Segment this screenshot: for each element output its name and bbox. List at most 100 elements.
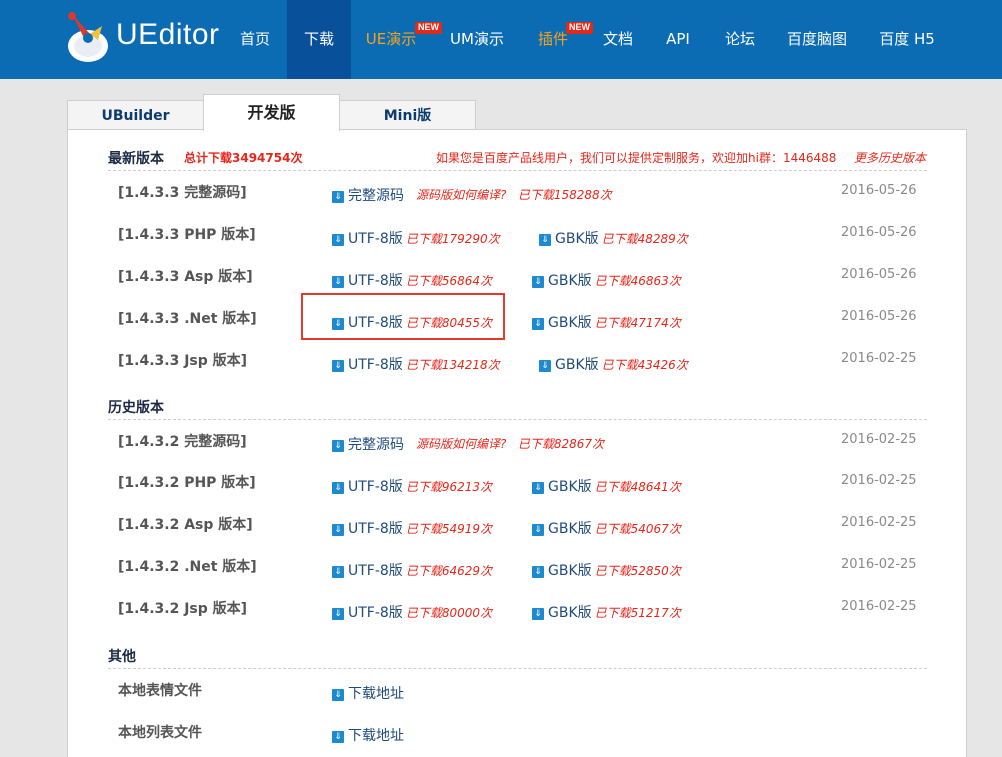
download-count: 已下载56864次 [405, 274, 492, 288]
link-label: UTF-8版 [348, 479, 403, 495]
download-arrow-icon: ⇓ [332, 482, 344, 494]
nav-forum-label: 论坛 [724, 30, 755, 48]
download-arrow-icon: ⇓ [332, 608, 344, 620]
link-label: 完整源码 [348, 188, 404, 204]
utf8-download-link[interactable]: ⇓ UTF-8版 已下载96213次 [332, 476, 492, 496]
nav-api[interactable]: API [658, 0, 698, 79]
release-date: 2016-02-25 [841, 473, 917, 488]
gbk-download-link[interactable]: ⇓ GBK版 已下载46863次 [532, 270, 681, 290]
nav-um-demo[interactable]: UM演示 [444, 0, 510, 79]
download-arrow-icon: ⇓ [532, 524, 544, 536]
gbk-download-link[interactable]: ⇓ GBK版 已下载48289次 [539, 228, 688, 248]
link-label: GBK版 [548, 563, 592, 579]
release-date: 2016-05-26 [841, 225, 917, 240]
download-count: 已下载47174次 [594, 316, 681, 330]
download-count: 已下载48641次 [594, 480, 681, 494]
download-address-link[interactable]: ⇓ 下载地址 [332, 725, 404, 745]
gbk-download-link[interactable]: ⇓ GBK版 已下载47174次 [532, 312, 681, 332]
version-row: [1.4.3.3 完整源码] ⇓ 完整源码 源码版如何编译? 已下载158288次… [68, 182, 966, 212]
download-arrow-icon: ⇓ [332, 689, 344, 701]
link-label: 下载地址 [348, 686, 404, 702]
nav-plugins[interactable]: 插件 [530, 0, 576, 79]
version-name: [1.4.3.2 .Net 版本] [118, 559, 257, 575]
file-name: 本地列表文件 [118, 725, 202, 741]
latest-section-title: 最新版本 [108, 151, 164, 167]
how-to-compile-link[interactable]: 源码版如何编译? 已下载82867次 [416, 435, 604, 452]
link-label: 完整源码 [348, 437, 404, 453]
download-arrow-icon: ⇓ [332, 276, 344, 288]
full-source-download-link[interactable]: ⇓ 完整源码 [332, 185, 404, 205]
nav-home[interactable]: 首页 [227, 0, 283, 79]
nav-baidu-h5[interactable]: 百度 H5 [872, 0, 942, 79]
section-divider [108, 419, 927, 420]
utf8-download-link[interactable]: ⇓ UTF-8版 已下载134218次 [332, 354, 500, 374]
nav-plugins-label: 插件 [537, 30, 568, 48]
new-badge-plugins: NEW [566, 22, 593, 34]
utf8-download-link[interactable]: ⇓ UTF-8版 已下载64629次 [332, 560, 492, 580]
download-panel: 最新版本 总计下载3494754次 如果您是百度产品线用户，我们可以提供定制服务… [67, 129, 967, 757]
tab-dev-version-label: 开发版 [247, 103, 296, 122]
download-address-link[interactable]: ⇓ 下载地址 [332, 683, 404, 703]
version-row: [1.4.3.2 Asp 版本] ⇓ UTF-8版 已下载54919次 ⇓ GBK版已… [68, 514, 966, 544]
download-count: 已下载96213次 [405, 480, 492, 494]
download-arrow-icon: ⇓ [539, 234, 551, 246]
nav-forum[interactable]: 论坛 [718, 0, 762, 79]
tab-dev-version[interactable]: 开发版 [203, 94, 340, 131]
how-to-compile-link[interactable]: 源码版如何编译? 已下载158288次 [416, 186, 612, 203]
version-name: [1.4.3.3 PHP 版本] [118, 227, 256, 243]
download-count: 已下载80000次 [405, 606, 492, 620]
version-row: [1.4.3.2 .Net 版本] ⇓ UTF-8版 已下载64629次 ⇓ GBK版… [68, 556, 966, 586]
nav-api-label: API [666, 30, 690, 48]
release-date: 2016-02-25 [841, 599, 917, 614]
tab-ubuilder[interactable]: UBuilder [67, 100, 204, 132]
utf8-download-link[interactable]: ⇓ UTF-8版 已下载56864次 [332, 270, 492, 290]
brand-name: UEditor [116, 18, 220, 51]
howto-label: 源码版如何编译? [416, 437, 507, 451]
download-arrow-icon: ⇓ [539, 360, 551, 372]
download-arrow-icon: ⇓ [332, 191, 344, 203]
full-source-download-link[interactable]: ⇓ 完整源码 [332, 434, 404, 454]
version-name: [1.4.3.3 完整源码] [118, 185, 247, 201]
utf8-download-link[interactable]: ⇓ UTF-8版 已下载80000次 [332, 602, 492, 622]
release-date: 2016-02-25 [841, 557, 917, 572]
link-label: GBK版 [548, 273, 592, 289]
link-label: GBK版 [555, 231, 599, 247]
top-header: UEditor 首页 下载 UE演示 NEW UM演示 插件 NEW 文档 AP… [0, 0, 1002, 79]
gbk-download-link[interactable]: ⇓ GBK版 已下载43426次 [539, 354, 688, 374]
nav-um-demo-label: UM演示 [450, 30, 504, 48]
version-name: [1.4.3.3 Asp 版本] [118, 269, 253, 285]
tab-mini-version[interactable]: Mini版 [339, 100, 476, 132]
other-section-title: 其他 [108, 649, 136, 665]
utf8-download-link[interactable]: ⇓ UTF-8版 已下载54919次 [332, 518, 492, 538]
download-arrow-icon: ⇓ [532, 566, 544, 578]
version-name: [1.4.3.2 Jsp 版本] [118, 601, 248, 617]
site-logo[interactable]: UEditor [64, 8, 224, 68]
version-name: [1.4.3.3 .Net 版本] [118, 311, 257, 327]
link-label: 下载地址 [348, 728, 404, 744]
gbk-download-link[interactable]: ⇓ GBK版 已下载52850次 [532, 560, 681, 580]
more-history-link[interactable]: 更多历史版本 [854, 149, 926, 166]
nav-ue-demo-label: UE演示 [365, 30, 417, 48]
nav-baidu-h5-label: 百度 H5 [879, 30, 935, 48]
download-count: 已下载43426次 [601, 358, 688, 372]
link-label: UTF-8版 [348, 563, 403, 579]
link-label: GBK版 [548, 315, 592, 331]
version-row: [1.4.3.3 .Net 版本] ⇓ UTF-8版 已下载80455次 ⇓ GBK版… [68, 308, 966, 338]
download-arrow-icon: ⇓ [532, 276, 544, 288]
nav-baidu-naotu[interactable]: 百度脑图 [782, 0, 852, 79]
download-arrow-icon: ⇓ [332, 440, 344, 452]
gbk-download-link[interactable]: ⇓ GBK版 已下载51217次 [532, 602, 681, 622]
history-section-title: 历史版本 [108, 400, 164, 416]
link-label: UTF-8版 [348, 605, 403, 621]
download-arrow-icon: ⇓ [532, 318, 544, 330]
nav-download[interactable]: 下载 [287, 0, 351, 79]
highlight-box [301, 293, 505, 340]
nav-docs[interactable]: 文档 [596, 0, 640, 79]
download-count: 已下载82867次 [517, 437, 605, 451]
gbk-download-link[interactable]: ⇓ GBK版 已下载48641次 [532, 476, 681, 496]
nav-ue-demo[interactable]: UE演示 [358, 0, 424, 79]
howto-label: 源码版如何编译? [416, 188, 507, 202]
utf8-download-link[interactable]: ⇓ UTF-8版 已下载179290次 [332, 228, 500, 248]
release-date: 2016-02-25 [841, 432, 917, 447]
gbk-download-link[interactable]: ⇓ GBK版 已下载54067次 [532, 518, 681, 538]
